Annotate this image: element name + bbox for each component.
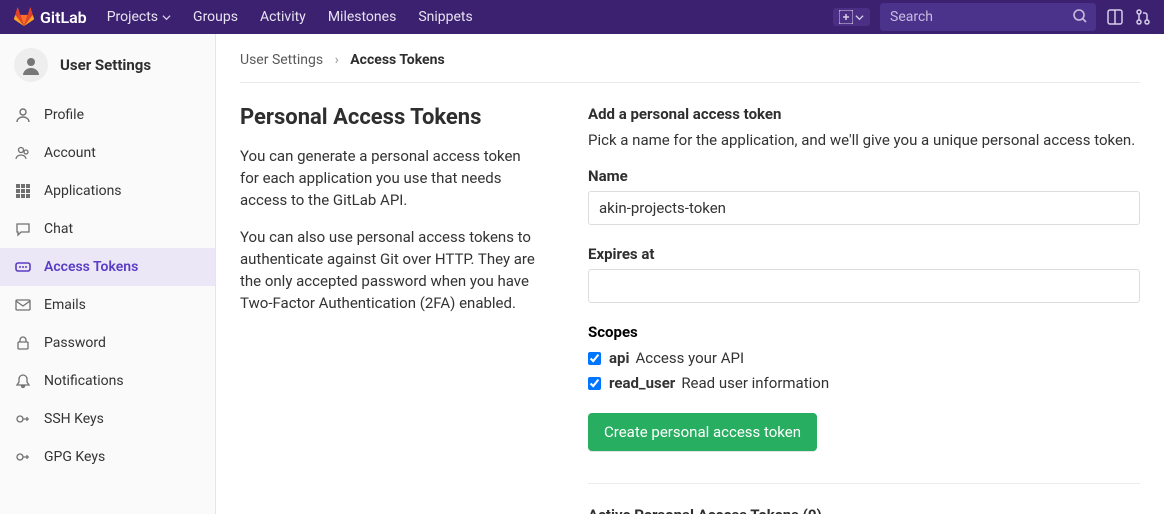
breadcrumb-current: Access Tokens	[350, 52, 444, 68]
nav-projects[interactable]: Projects	[107, 9, 171, 25]
sidebar-item-label: SSH Keys	[44, 411, 104, 427]
nav-links: Projects Groups Activity Milestones Snip…	[107, 9, 473, 25]
chevron-down-icon	[162, 13, 171, 22]
sidebar-item-label: Notifications	[44, 373, 124, 389]
sidebar-item-ssh-keys[interactable]: SSH Keys	[0, 400, 215, 438]
nav-activity[interactable]: Activity	[260, 9, 306, 25]
active-tokens-heading: Active Personal Access Tokens (0)	[588, 506, 1140, 514]
chat-icon	[14, 221, 32, 237]
token-icon	[14, 259, 32, 275]
sidebar-item-label: Emails	[44, 297, 86, 313]
avatar	[14, 48, 48, 82]
merge-requests-icon[interactable]	[1134, 8, 1152, 26]
search-icon[interactable]	[1072, 8, 1088, 24]
sidebar-item-label: Chat	[44, 221, 73, 237]
scope-desc: Read user information	[681, 374, 829, 392]
breadcrumb: User Settings › Access Tokens	[240, 34, 1140, 83]
sidebar: User Settings Profile Account Applicatio…	[0, 34, 216, 514]
scope-desc: Access your API	[635, 349, 744, 367]
intro-paragraph-1: You can generate a personal access token…	[240, 146, 540, 211]
sidebar-item-chat[interactable]: Chat	[0, 210, 215, 248]
scope-api-checkbox[interactable]	[588, 352, 601, 365]
sidebar-item-label: Applications	[44, 183, 122, 199]
scope-read-user-checkbox[interactable]	[588, 377, 601, 390]
sidebar-item-profile[interactable]: Profile	[0, 96, 215, 134]
intro-pane: Personal Access Tokens You can generate …	[240, 105, 540, 514]
issues-icon[interactable]	[1106, 8, 1124, 26]
nav-groups[interactable]: Groups	[193, 9, 238, 25]
nav-snippets[interactable]: Snippets	[418, 9, 472, 25]
scopes-label: Scopes	[588, 323, 1140, 341]
search-box	[880, 3, 1096, 31]
scope-row-api: api Access your API	[588, 349, 1140, 367]
account-icon	[14, 145, 32, 161]
sidebar-item-applications[interactable]: Applications	[0, 172, 215, 210]
page-title: Personal Access Tokens	[240, 105, 540, 130]
sidebar-item-label: Access Tokens	[44, 259, 138, 275]
sidebar-item-label: Password	[44, 335, 106, 351]
sidebar-item-label: Account	[44, 145, 96, 161]
plus-icon	[839, 10, 853, 24]
chevron-down-icon	[855, 13, 864, 22]
sidebar-item-access-tokens[interactable]: Access Tokens	[0, 248, 215, 286]
brand-label: GitLab	[40, 8, 87, 27]
sidebar-item-notifications[interactable]: Notifications	[0, 362, 215, 400]
chevron-right-icon: ›	[335, 52, 339, 68]
form-pane: Add a personal access token Pick a name …	[588, 105, 1140, 514]
sidebar-item-label: GPG Keys	[44, 449, 105, 465]
breadcrumb-parent[interactable]: User Settings	[240, 52, 323, 68]
sidebar-item-account[interactable]: Account	[0, 134, 215, 172]
expires-input[interactable]	[588, 269, 1140, 303]
new-dropdown[interactable]	[833, 8, 870, 26]
gitlab-logo-icon	[14, 7, 34, 27]
name-label: Name	[588, 167, 1140, 185]
brand[interactable]: GitLab	[14, 7, 87, 27]
search-input[interactable]	[880, 3, 1096, 31]
sidebar-header: User Settings	[0, 34, 215, 96]
scope-key: api	[609, 349, 629, 367]
lock-icon	[14, 335, 32, 351]
create-token-button[interactable]: Create personal access token	[588, 413, 817, 451]
key-icon	[14, 411, 32, 427]
email-icon	[14, 297, 32, 313]
divider	[588, 483, 1140, 484]
intro-paragraph-2: You can also use personal access tokens …	[240, 227, 540, 314]
name-input[interactable]	[588, 191, 1140, 225]
profile-icon	[14, 107, 32, 123]
nav-milestones[interactable]: Milestones	[328, 9, 397, 25]
expires-label: Expires at	[588, 245, 1140, 263]
form-subheading: Pick a name for the application, and we'…	[588, 131, 1140, 149]
sidebar-item-password[interactable]: Password	[0, 324, 215, 362]
nav-right	[833, 3, 1152, 31]
sidebar-item-emails[interactable]: Emails	[0, 286, 215, 324]
scope-key: read_user	[609, 374, 675, 392]
sidebar-item-gpg-keys[interactable]: GPG Keys	[0, 438, 215, 476]
apps-icon	[14, 183, 32, 199]
top-nav: GitLab Projects Groups Activity Mileston…	[0, 0, 1164, 34]
sidebar-item-label: Profile	[44, 107, 84, 123]
key-icon	[14, 449, 32, 465]
scope-row-read-user: read_user Read user information	[588, 374, 1140, 392]
form-heading: Add a personal access token	[588, 105, 1140, 123]
main-content: User Settings › Access Tokens Personal A…	[216, 34, 1164, 514]
bell-icon	[14, 373, 32, 389]
sidebar-title: User Settings	[60, 56, 151, 74]
